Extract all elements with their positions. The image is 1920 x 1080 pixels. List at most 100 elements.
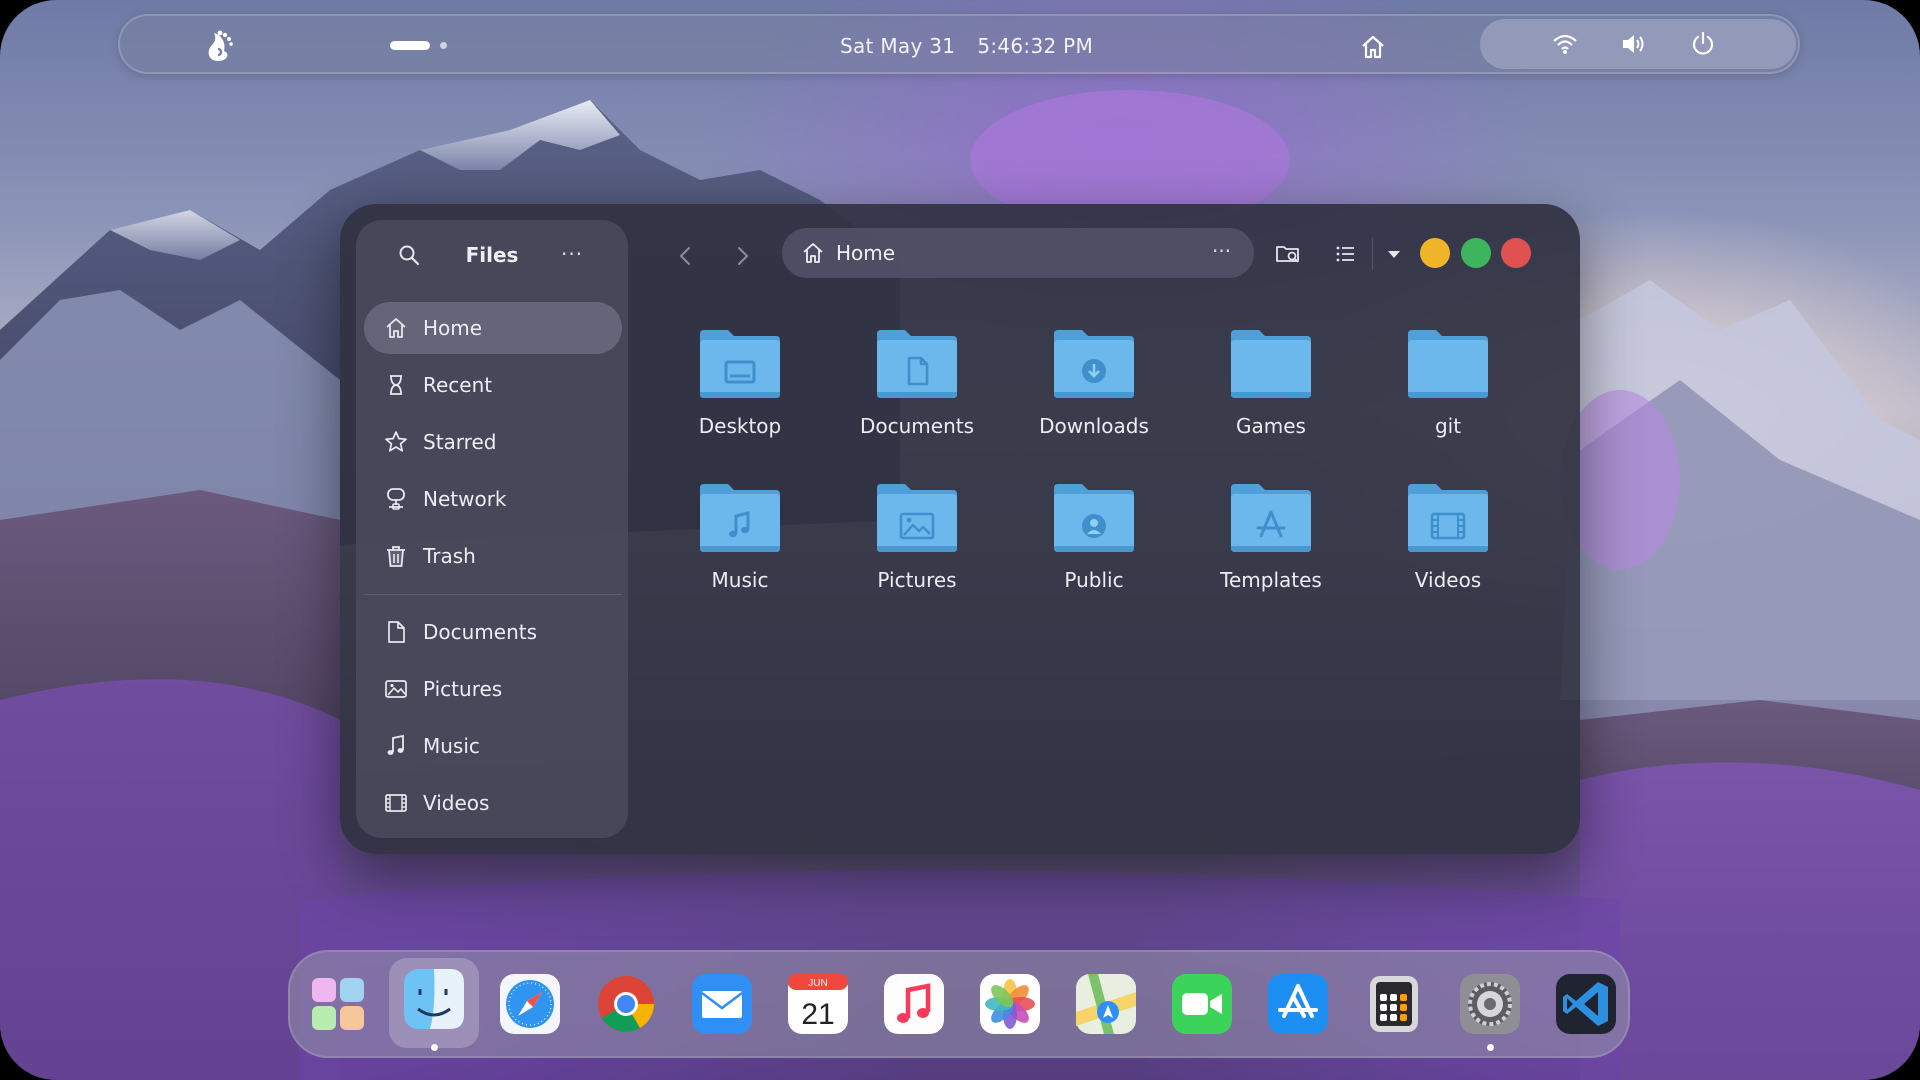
trash-icon [383,543,409,569]
sidebar-bookmark-videos[interactable]: Videos [364,777,622,829]
document-icon [877,330,957,398]
dock-system-settings[interactable] [1454,968,1526,1040]
document-icon [383,619,409,645]
workspace-indicator[interactable] [390,41,447,50]
workspace-dot[interactable] [440,42,447,49]
app-store-icon [1268,974,1328,1034]
minimize-button[interactable] [1420,238,1450,268]
home-icon[interactable] [1358,32,1388,62]
folder-icon [1408,330,1488,398]
sidebar-item-home[interactable]: Home [364,302,622,354]
sidebar-item-label: Trash [423,544,476,568]
user-icon [1054,484,1134,552]
desktop: Sat May 31 5:46:32 PM Files ··· Home Rec… [0,0,1920,1080]
sidebar-item-trash[interactable]: Trash [364,530,622,582]
home-icon [383,315,409,341]
hourglass-icon [383,372,409,398]
folder-games[interactable]: Games [1191,324,1351,474]
system-status-menu[interactable] [1480,19,1796,69]
top-bar: Sat May 31 5:46:32 PM [118,14,1800,74]
dock-chrome[interactable] [590,968,662,1040]
video-icon [1408,484,1488,552]
sidebar-item-label: Recent [423,373,493,397]
folder-name: Desktop [698,414,782,438]
dock-vscode[interactable] [1550,968,1622,1040]
sidebar-item-label: Starred [423,430,497,454]
sidebar-bookmark-documents[interactable]: Documents [364,606,622,658]
path-bar[interactable]: Home ··· [782,228,1254,278]
sidebar-bookmark-pictures[interactable]: Pictures [364,663,622,715]
star-icon [383,429,409,455]
dock-app-store[interactable] [1262,968,1334,1040]
dock-mail[interactable] [686,968,758,1040]
close-button[interactable] [1501,238,1531,268]
video-icon [383,790,409,816]
folder-name: Downloads [1039,414,1149,438]
folder-templates[interactable]: Templates [1191,478,1351,628]
files-window: Files ··· Home Recent Starred Network Tr… [340,204,1580,854]
back-button[interactable] [672,242,700,270]
sidebar-item-recent[interactable]: Recent [364,359,622,411]
template-icon [1231,484,1311,552]
folder-music[interactable]: Music [660,478,820,628]
folder-pictures[interactable]: Pictures [837,478,997,628]
maximize-button[interactable] [1461,238,1491,268]
photos-icon [980,974,1040,1034]
search-folder-icon[interactable] [1274,240,1302,268]
clock-time: 5:46:32 PM [977,34,1094,58]
sidebar-item-label: Home [423,316,483,340]
system-settings-icon [1460,974,1520,1034]
folder-name: Public [1064,568,1124,592]
list-view-icon[interactable] [1332,240,1360,268]
calendar-icon: JUN 21 [788,974,848,1034]
mail-icon [692,974,752,1034]
picture-icon [877,484,957,552]
sidebar-item-starred[interactable]: Starred [364,416,622,468]
dock-calculator[interactable] [1358,968,1430,1040]
music-icon [383,733,409,759]
sidebar-item-label: Documents [423,620,538,644]
folder-public[interactable]: Public [1014,478,1174,628]
running-indicator [1487,1044,1494,1051]
dock-music[interactable] [878,968,950,1040]
dock-calendar[interactable]: JUN 21 [782,968,854,1040]
clock[interactable]: Sat May 31 5:46:32 PM [840,34,1093,58]
sidebar-bookmark-music[interactable]: Music [364,720,622,772]
sidebar-item-label: Pictures [423,677,503,701]
network-icon [383,486,409,512]
folder-documents[interactable]: Documents [837,324,997,474]
toolbar-separator [1372,238,1373,270]
svg-text:JUN: JUN [808,978,827,989]
calculator-icon [1370,976,1418,1032]
folder-git[interactable]: git [1368,324,1528,474]
vscode-icon [1556,974,1616,1034]
chevron-down-icon[interactable] [1380,240,1408,268]
maps-icon [1076,974,1136,1034]
running-indicator [431,1044,438,1051]
dock: JUN 21 [288,950,1630,1058]
folder-desktop[interactable]: Desktop [660,324,820,474]
chrome-icon [598,976,654,1032]
dock-facetime[interactable] [1166,968,1238,1040]
folder-videos[interactable]: Videos [1368,478,1528,628]
gnome-foot-icon[interactable] [200,27,236,63]
sidebar-item-network[interactable]: Network [364,473,622,525]
svg-text:21: 21 [801,998,834,1031]
home-icon [800,240,826,266]
path-more-button[interactable]: ··· [1212,239,1231,263]
clock-date: Sat May 31 [840,34,956,58]
main-menu-button[interactable]: ··· [561,242,583,266]
folder-name: Games [1236,414,1306,438]
forward-button[interactable] [728,242,756,270]
dock-safari[interactable] [494,968,566,1040]
download-icon [1054,330,1134,398]
volume-icon [1620,31,1646,57]
path-location: Home [836,241,896,265]
folder-downloads[interactable]: Downloads [1014,324,1174,474]
dock-app-grid[interactable] [302,968,374,1040]
app-grid-icon [312,978,364,1030]
dock-finder[interactable] [389,958,479,1048]
workspace-active[interactable] [390,41,430,50]
dock-photos[interactable] [974,968,1046,1040]
dock-maps[interactable] [1070,968,1142,1040]
